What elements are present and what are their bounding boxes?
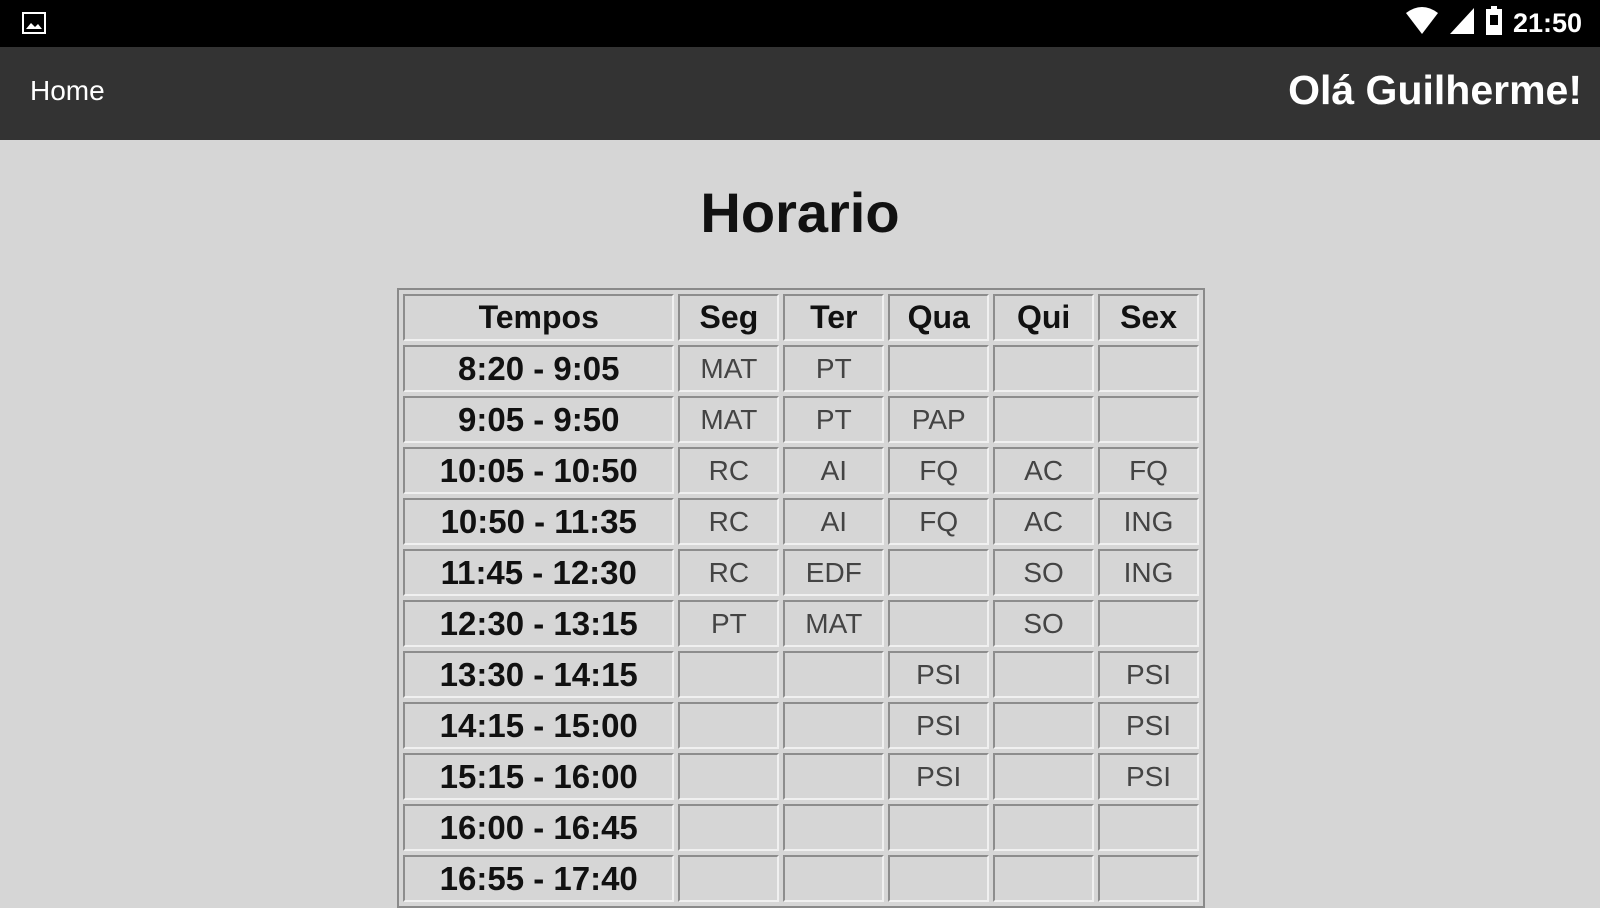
- wifi-icon: [1405, 7, 1439, 40]
- signal-icon: [1449, 7, 1475, 40]
- subject-cell: AC: [993, 498, 1095, 545]
- time-cell: 10:05 - 10:50: [403, 447, 675, 494]
- subject-cell: PAP: [888, 396, 990, 443]
- subject-cell: [678, 804, 780, 851]
- subject-cell: [1098, 804, 1199, 851]
- status-bar: 21:50: [0, 0, 1600, 47]
- time-cell: 13:30 - 14:15: [403, 651, 675, 698]
- subject-cell: [678, 651, 780, 698]
- time-cell: 12:30 - 13:15: [403, 600, 675, 647]
- time-cell: 8:20 - 9:05: [403, 345, 675, 392]
- gallery-icon: [22, 12, 46, 34]
- subject-cell: [993, 651, 1095, 698]
- table-row: 14:15 - 15:00 PSI PSI: [403, 702, 1199, 749]
- subject-cell: [783, 753, 885, 800]
- header-qui: Qui: [993, 294, 1095, 341]
- header-ter: Ter: [783, 294, 885, 341]
- subject-cell: [888, 345, 990, 392]
- table-row: 10:50 - 11:35 RC AI FQ AC ING: [403, 498, 1199, 545]
- subject-cell: [783, 855, 885, 902]
- subject-cell: AC: [993, 447, 1095, 494]
- subject-cell: PT: [783, 345, 885, 392]
- table-row: 13:30 - 14:15 PSI PSI: [403, 651, 1199, 698]
- battery-icon: [1485, 6, 1503, 41]
- time-cell: 10:50 - 11:35: [403, 498, 675, 545]
- table-row: 16:55 - 17:40: [403, 855, 1199, 902]
- subject-cell: [678, 702, 780, 749]
- table-row: 15:15 - 16:00 PSI PSI: [403, 753, 1199, 800]
- subject-cell: [783, 651, 885, 698]
- table-row: 10:05 - 10:50 RC AI FQ AC FQ: [403, 447, 1199, 494]
- time-cell: 14:15 - 15:00: [403, 702, 675, 749]
- subject-cell: [993, 804, 1095, 851]
- subject-cell: [783, 702, 885, 749]
- status-time: 21:50: [1512, 8, 1582, 38]
- subject-cell: [888, 855, 990, 902]
- subject-cell: FQ: [888, 498, 990, 545]
- subject-cell: [1098, 855, 1199, 902]
- subject-cell: [888, 549, 990, 596]
- subject-cell: AI: [783, 447, 885, 494]
- subject-cell: [1098, 600, 1199, 647]
- subject-cell: RC: [678, 447, 780, 494]
- subject-cell: PSI: [888, 753, 990, 800]
- subject-cell: [888, 804, 990, 851]
- subject-cell: PSI: [1098, 702, 1199, 749]
- schedule-table: Tempos Seg Ter Qua Qui Sex 8:20 - 9:05 M…: [397, 288, 1205, 908]
- subject-cell: RC: [678, 498, 780, 545]
- greeting-text: Olá Guilherme!: [1288, 67, 1582, 113]
- subject-cell: MAT: [783, 600, 885, 647]
- subject-cell: [678, 855, 780, 902]
- table-row: 12:30 - 13:15 PT MAT SO: [403, 600, 1199, 647]
- time-cell: 16:00 - 16:45: [403, 804, 675, 851]
- subject-cell: MAT: [678, 396, 780, 443]
- schedule-header-row: Tempos Seg Ter Qua Qui Sex: [403, 294, 1199, 341]
- subject-cell: PT: [783, 396, 885, 443]
- subject-cell: FQ: [1098, 447, 1199, 494]
- page-title: Horario: [700, 181, 900, 244]
- table-row: 9:05 - 9:50 MAT PT PAP: [403, 396, 1199, 443]
- subject-cell: [993, 702, 1095, 749]
- time-cell: 9:05 - 9:50: [403, 396, 675, 443]
- subject-cell: SO: [993, 549, 1095, 596]
- time-cell: 15:15 - 16:00: [403, 753, 675, 800]
- subject-cell: [993, 753, 1095, 800]
- table-row: 11:45 - 12:30 RC EDF SO ING: [403, 549, 1199, 596]
- subject-cell: ING: [1098, 549, 1199, 596]
- home-link[interactable]: Home: [30, 75, 105, 107]
- subject-cell: ING: [1098, 498, 1199, 545]
- subject-cell: SO: [993, 600, 1095, 647]
- subject-cell: PSI: [888, 651, 990, 698]
- subject-cell: [783, 804, 885, 851]
- time-cell: 16:55 - 17:40: [403, 855, 675, 902]
- header-seg: Seg: [678, 294, 780, 341]
- table-row: 16:00 - 16:45: [403, 804, 1199, 851]
- subject-cell: [993, 345, 1095, 392]
- subject-cell: PT: [678, 600, 780, 647]
- subject-cell: [1098, 396, 1199, 443]
- subject-cell: PSI: [888, 702, 990, 749]
- subject-cell: [993, 396, 1095, 443]
- subject-cell: PSI: [1098, 651, 1199, 698]
- time-cell: 11:45 - 12:30: [403, 549, 675, 596]
- header-tempos: Tempos: [403, 294, 675, 341]
- subject-cell: EDF: [783, 549, 885, 596]
- subject-cell: [1098, 345, 1199, 392]
- subject-cell: PSI: [1098, 753, 1199, 800]
- subject-cell: [993, 855, 1095, 902]
- app-bar: Home Olá Guilherme!: [0, 47, 1600, 140]
- subject-cell: MAT: [678, 345, 780, 392]
- subject-cell: RC: [678, 549, 780, 596]
- subject-cell: AI: [783, 498, 885, 545]
- header-qua: Qua: [888, 294, 990, 341]
- subject-cell: [888, 600, 990, 647]
- subject-cell: FQ: [888, 447, 990, 494]
- subject-cell: [678, 753, 780, 800]
- table-row: 8:20 - 9:05 MAT PT: [403, 345, 1199, 392]
- header-sex: Sex: [1098, 294, 1199, 341]
